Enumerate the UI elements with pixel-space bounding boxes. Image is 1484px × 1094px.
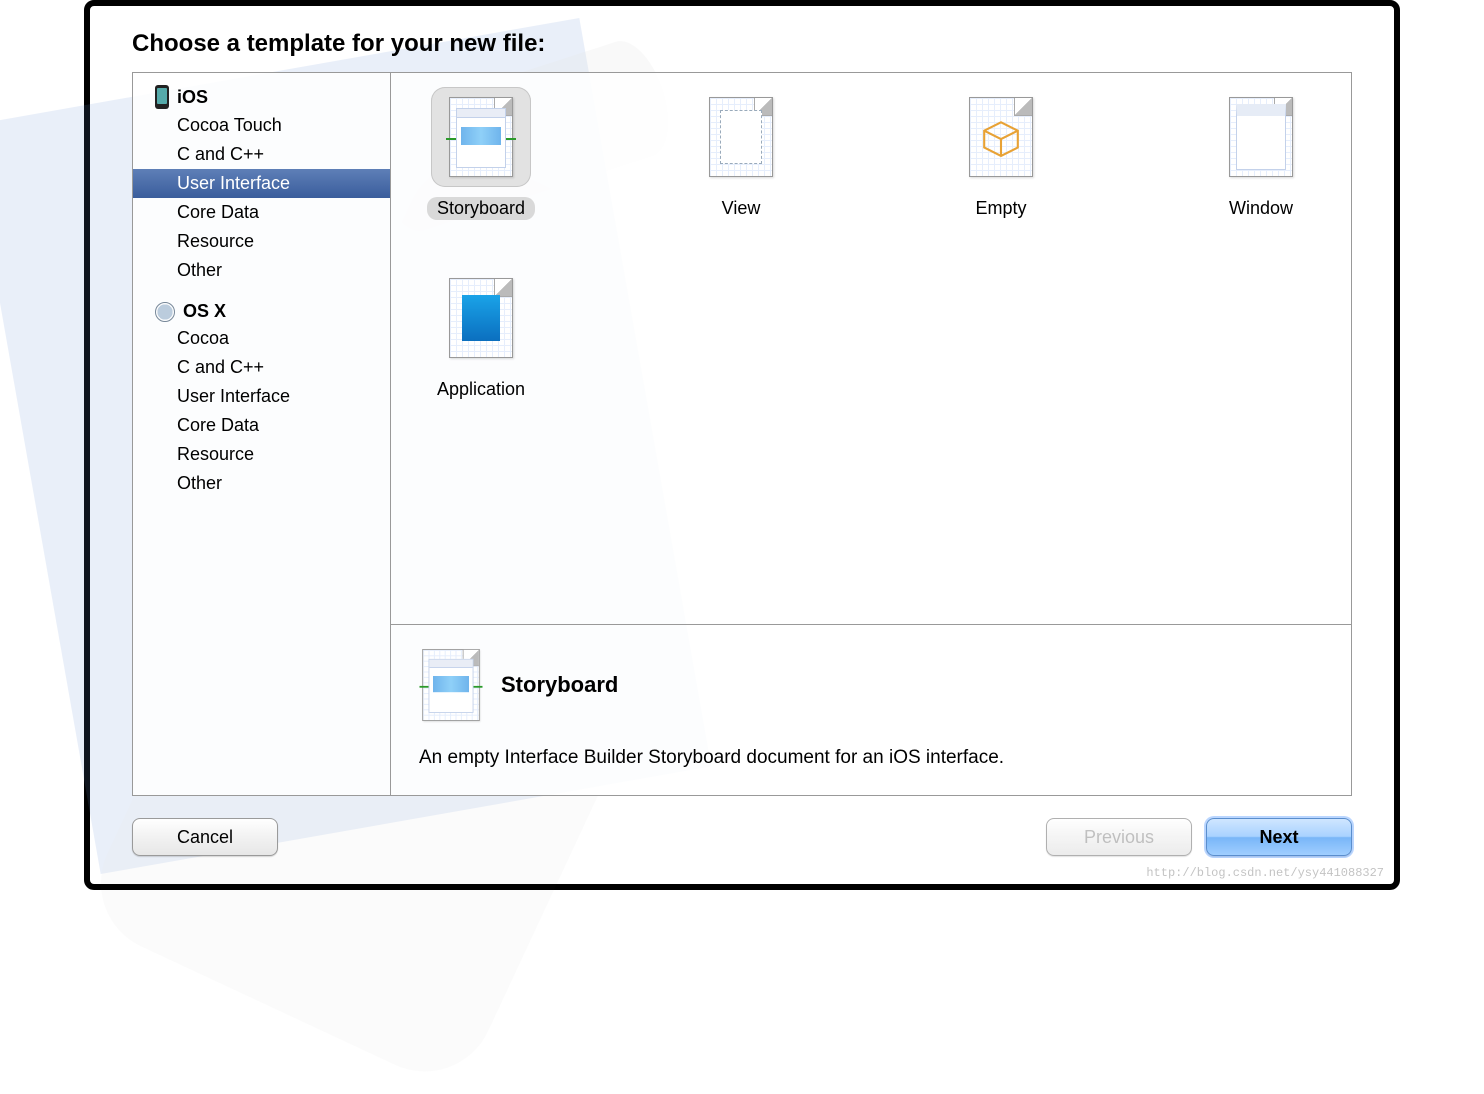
content-pane: iOS Cocoa Touch C and C++ User Interface… — [132, 72, 1352, 796]
finder-face-icon — [155, 302, 175, 322]
empty-icon — [951, 87, 1051, 187]
sidebar-item-osx-resource[interactable]: Resource — [133, 440, 390, 469]
template-detail: Storyboard An empty Interface Builder St… — [391, 624, 1351, 795]
application-icon — [431, 268, 531, 368]
sidebar-item-osx-core-data[interactable]: Core Data — [133, 411, 390, 440]
sidebar-item-other[interactable]: Other — [133, 256, 390, 285]
sidebar-item-osx-cocoa[interactable]: Cocoa — [133, 324, 390, 353]
watermark-text: http://blog.csdn.net/ysy441088327 — [1146, 866, 1384, 880]
page-title: Choose a template for your new file: — [90, 6, 1394, 72]
previous-button[interactable]: Previous — [1046, 818, 1192, 856]
sidebar-group-label: iOS — [177, 87, 208, 108]
detail-description: An empty Interface Builder Storyboard do… — [419, 747, 1323, 769]
template-application[interactable]: Application — [411, 268, 551, 401]
category-sidebar: iOS Cocoa Touch C and C++ User Interface… — [133, 73, 391, 795]
template-window[interactable]: Window — [1191, 87, 1331, 220]
cancel-button[interactable]: Cancel — [132, 818, 278, 856]
view-icon — [691, 87, 791, 187]
main-pane: Storyboard View — [391, 73, 1351, 795]
template-label: View — [712, 197, 771, 220]
template-storyboard[interactable]: Storyboard — [411, 87, 551, 220]
storyboard-icon — [431, 87, 531, 187]
template-view[interactable]: View — [671, 87, 811, 220]
sidebar-item-core-data[interactable]: Core Data — [133, 198, 390, 227]
sidebar-item-cocoa-touch[interactable]: Cocoa Touch — [133, 111, 390, 140]
detail-title: Storyboard — [501, 672, 618, 698]
sidebar-item-osx-c-and-cpp[interactable]: C and C++ — [133, 353, 390, 382]
sidebar-item-resource[interactable]: Resource — [133, 227, 390, 256]
sidebar-item-osx-other[interactable]: Other — [133, 469, 390, 498]
template-label: Empty — [965, 197, 1036, 220]
iphone-icon — [155, 85, 169, 109]
template-grid: Storyboard View — [391, 73, 1351, 624]
template-empty[interactable]: Empty — [931, 87, 1071, 220]
sidebar-group-osx: OS X — [133, 295, 390, 324]
sidebar-item-user-interface[interactable]: User Interface — [133, 169, 390, 198]
sidebar-item-osx-user-interface[interactable]: User Interface — [133, 382, 390, 411]
template-label: Application — [427, 378, 535, 401]
template-label: Window — [1219, 197, 1303, 220]
sidebar-group-ios: iOS — [133, 79, 390, 111]
sidebar-group-label: OS X — [183, 301, 226, 322]
next-button[interactable]: Next — [1206, 818, 1352, 856]
template-label: Storyboard — [427, 197, 535, 220]
sidebar-item-c-and-cpp[interactable]: C and C++ — [133, 140, 390, 169]
storyboard-icon — [422, 649, 480, 721]
window-icon — [1211, 87, 1311, 187]
